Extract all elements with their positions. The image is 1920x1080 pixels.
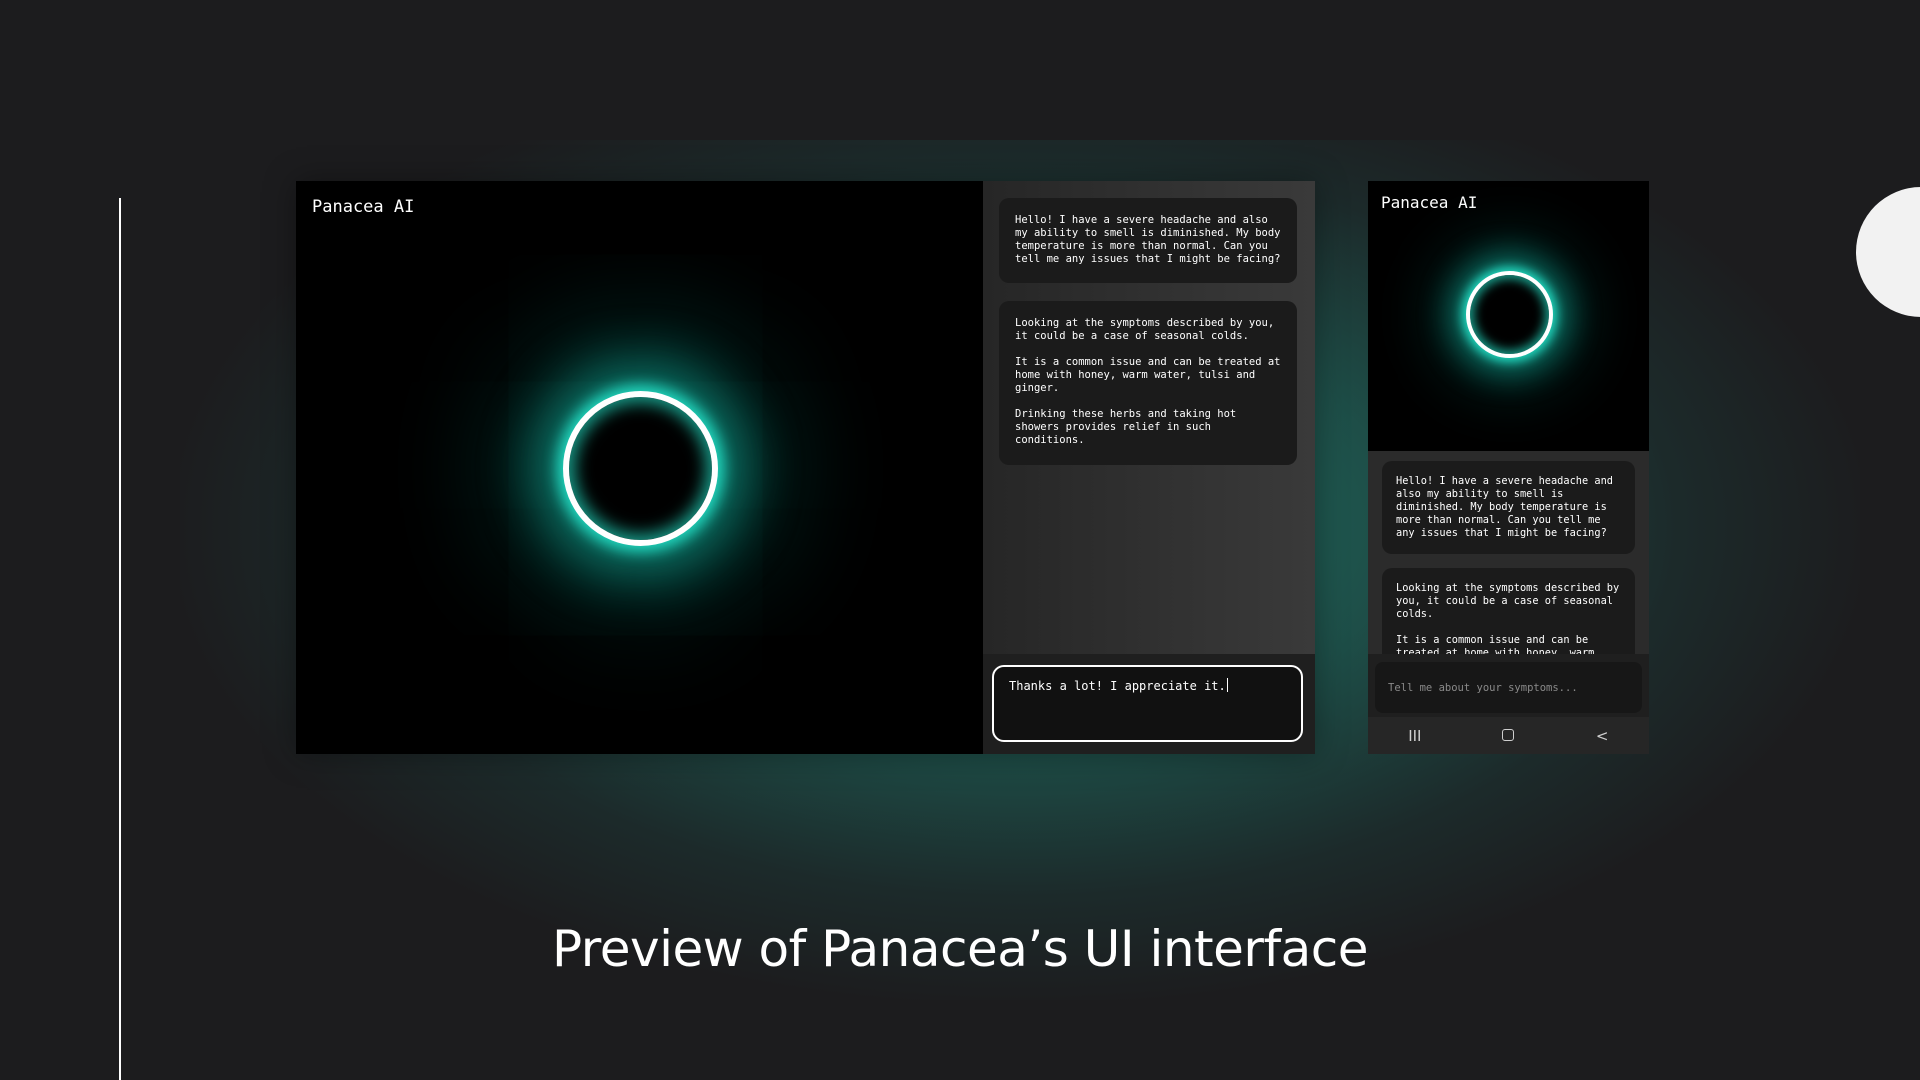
slide-caption: Preview of Panacea’s UI interface	[552, 920, 1368, 978]
symptoms-input[interactable]	[1375, 662, 1642, 713]
back-icon[interactable]: <	[1582, 727, 1622, 745]
app-title: Panacea AI	[312, 197, 415, 217]
text-caret	[1226, 678, 1228, 692]
desktop-visual-panel: Panacea AI	[296, 181, 983, 754]
user-message: Hello! I have a severe headache and also…	[1382, 461, 1635, 554]
input-bar	[1368, 654, 1649, 717]
decorative-circle	[1856, 187, 1920, 317]
chat-input[interactable]: Thanks a lot! I appreciate it.	[992, 665, 1303, 742]
chat-input-value: Thanks a lot! I appreciate it.	[1009, 679, 1226, 693]
glowing-ring-icon	[1466, 271, 1553, 358]
desktop-chat-panel: Hello! I have a severe headache and also…	[983, 181, 1315, 754]
user-message: Hello! I have a severe headache and also…	[999, 198, 1297, 283]
app-title: Panacea AI	[1381, 193, 1478, 212]
input-bar: Thanks a lot! I appreciate it.	[983, 654, 1315, 754]
assistant-message: Looking at the symptoms described by you…	[999, 301, 1297, 465]
mobile-preview: Panacea AI Hello! I have a severe headac…	[1368, 181, 1649, 754]
desktop-preview: Panacea AI Hello! I have a severe headac…	[296, 181, 1315, 754]
android-nav-bar: III <	[1368, 717, 1649, 754]
mobile-visual-panel: Panacea AI	[1368, 181, 1649, 451]
recent-apps-icon[interactable]: III	[1395, 727, 1435, 745]
glowing-ring-icon	[563, 391, 718, 546]
home-icon[interactable]	[1488, 727, 1528, 745]
